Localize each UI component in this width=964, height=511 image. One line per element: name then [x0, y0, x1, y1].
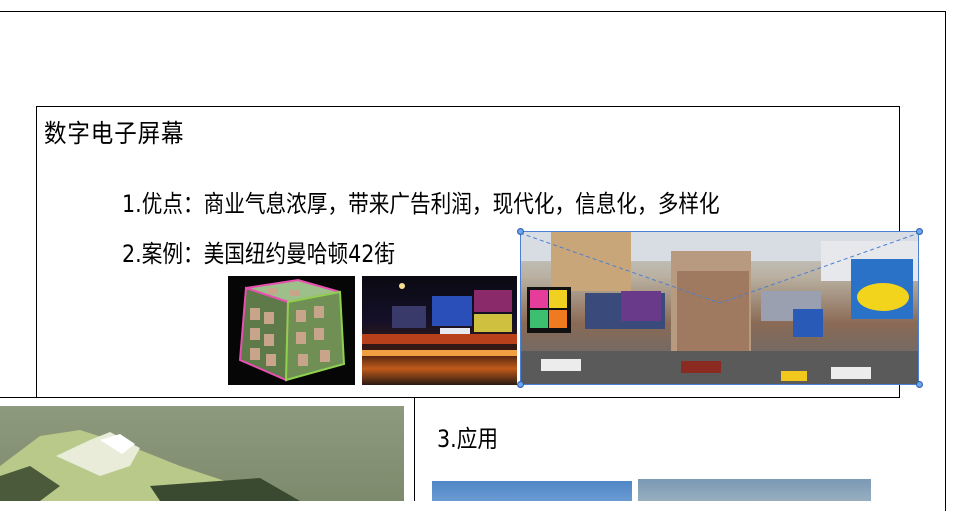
night-street-graphic [362, 283, 517, 356]
application-image-2[interactable] [638, 479, 871, 501]
building-model-graphic [0, 430, 300, 501]
building-model-image[interactable] [0, 406, 404, 501]
led-cube-graphic [238, 278, 346, 382]
resize-handle-bottom-left[interactable] [517, 381, 524, 388]
point-application[interactable]: 3.应用 [437, 419, 498, 454]
resize-handle-top-right[interactable] [916, 228, 923, 235]
slide-title[interactable]: 数字电子屏幕 [44, 114, 184, 150]
resize-handle-top-left[interactable] [517, 228, 524, 235]
night-street-image[interactable] [362, 276, 517, 385]
led-cube-image[interactable] [228, 276, 355, 385]
point-advantages[interactable]: 1.优点：商业气息浓厚，带来广告利润，现代化，信息化，多样化 [122, 184, 720, 219]
selection-guides [520, 232, 919, 304]
resize-handle-bottom-right[interactable] [916, 381, 923, 388]
application-image-1[interactable] [432, 481, 632, 501]
point-case[interactable]: 2.案例：美国纽约曼哈顿42街 [122, 234, 395, 269]
